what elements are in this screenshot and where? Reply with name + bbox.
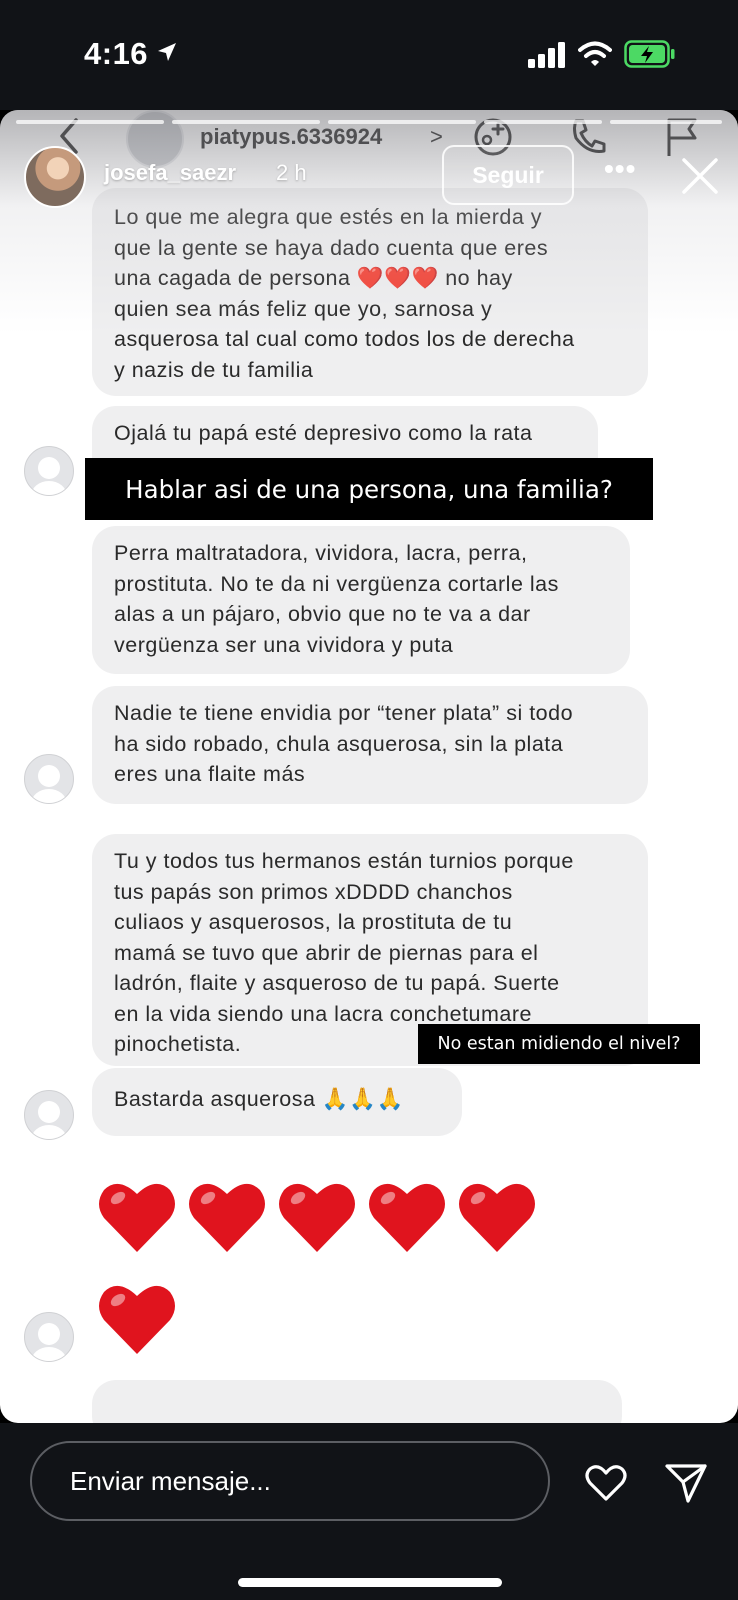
sender-avatar <box>24 754 74 804</box>
more-options-icon[interactable]: ••• <box>604 152 644 192</box>
message-line: culiaos y asquerosos, la prostituta de t… <box>114 910 513 934</box>
message-bubble: Lo que me alegra que estés en la mierda … <box>92 188 648 396</box>
close-icon[interactable] <box>676 152 724 200</box>
cellular-signal-icon <box>528 42 565 68</box>
wifi-icon <box>578 41 612 66</box>
message-line: vergüenza ser una vividora y puta <box>114 632 454 657</box>
sender-avatar <box>24 1312 74 1362</box>
message-line: asquerosa tal cual como todos los de der… <box>114 327 575 351</box>
message-line: mamá se tuvo que abrir de piernas para e… <box>114 940 539 965</box>
heart-outline-icon[interactable] <box>584 1461 628 1505</box>
location-arrow-icon <box>158 43 176 61</box>
message-line: alas a un pájaro, obvio que no te va a d… <box>114 602 531 626</box>
red-heart-emoji <box>99 1183 175 1252</box>
message-line: una cagada de persona ❤️❤️❤️ no hay <box>114 266 513 290</box>
story-caption-bottom: No estan midiendo el nivel? <box>418 1024 700 1064</box>
story-progress-segment <box>610 120 722 124</box>
message-line: Tu y todos tus hermanos están turnios po… <box>114 849 574 873</box>
story-progress-segment <box>172 120 320 124</box>
story-progress-segment <box>16 120 164 124</box>
red-heart-emoji <box>279 1183 355 1252</box>
message-line: ladrón, flaite y asqueroso de tu papá. S… <box>114 971 560 995</box>
message-line: quien sea más feliz que yo, sarnosa y <box>114 296 493 321</box>
story-progress-segment <box>328 120 476 124</box>
message-bubble: Perra maltratadora, vividora, lacra, per… <box>92 526 630 674</box>
message-line: prostituta. No te da ni vergüenza cortar… <box>114 571 559 596</box>
story-reply-bar: Enviar mensaje... <box>0 1423 738 1600</box>
message-bubble-partial <box>92 1380 622 1423</box>
story-timestamp: 2 h <box>276 160 307 185</box>
status-bar: 4:16 <box>0 0 738 110</box>
message-bubble: Bastarda asquerosa 🙏🙏🙏 <box>92 1068 462 1136</box>
red-heart-emoji <box>99 1285 175 1354</box>
sender-avatar <box>24 1090 74 1140</box>
home-indicator <box>238 1578 502 1587</box>
message-line: Ojalá tu papá esté depresivo como la rat… <box>114 421 533 445</box>
message-line: eres una flaite más <box>114 762 306 786</box>
send-message-input[interactable]: Enviar mensaje... <box>30 1441 550 1521</box>
red-heart-emoji <box>189 1183 265 1252</box>
send-paper-plane-icon[interactable] <box>664 1461 708 1505</box>
story-poster[interactable]: josefa_saezr 2 h <box>24 146 307 208</box>
story-caption-top: Hablar asi de una persona, una familia? <box>85 458 653 520</box>
message-line: y nazis de tu familia <box>114 357 314 382</box>
message-line: Bastarda asquerosa 🙏🙏🙏 <box>114 1087 404 1111</box>
dm-contact-username: piatypus.6336924 <box>200 124 383 149</box>
poster-avatar[interactable] <box>24 146 86 208</box>
message-line: Nadie te tiene envidia por “tener plata”… <box>114 701 574 725</box>
message-line: Lo que me alegra que estés en la mierda … <box>114 205 543 229</box>
battery-charging-icon <box>624 40 675 68</box>
message-bubble: Nadie te tiene envidia por “tener plata”… <box>92 686 648 804</box>
message-line: que la gente se haya dado cuenta que ere… <box>114 235 549 260</box>
story-frame[interactable]: piatypus.6336924 > josefa_saezr 2 h Segu… <box>0 110 738 1423</box>
message-line: ha sido robado, chula asquerosa, sin la … <box>114 731 564 756</box>
message-line: tus papás son primos xDDDD chanchos <box>114 879 513 904</box>
message-line: Perra maltratadora, vividora, lacra, per… <box>114 541 528 565</box>
story-progress-segment <box>484 120 602 124</box>
red-heart-emoji <box>369 1183 445 1252</box>
follow-button[interactable]: Seguir <box>442 145 574 205</box>
dm-chevron: > <box>430 124 443 149</box>
red-heart-emoji <box>459 1183 535 1252</box>
sender-avatar <box>24 446 74 496</box>
status-time: 4:16 <box>84 36 149 71</box>
poster-username[interactable]: josefa_saezr <box>104 160 236 186</box>
